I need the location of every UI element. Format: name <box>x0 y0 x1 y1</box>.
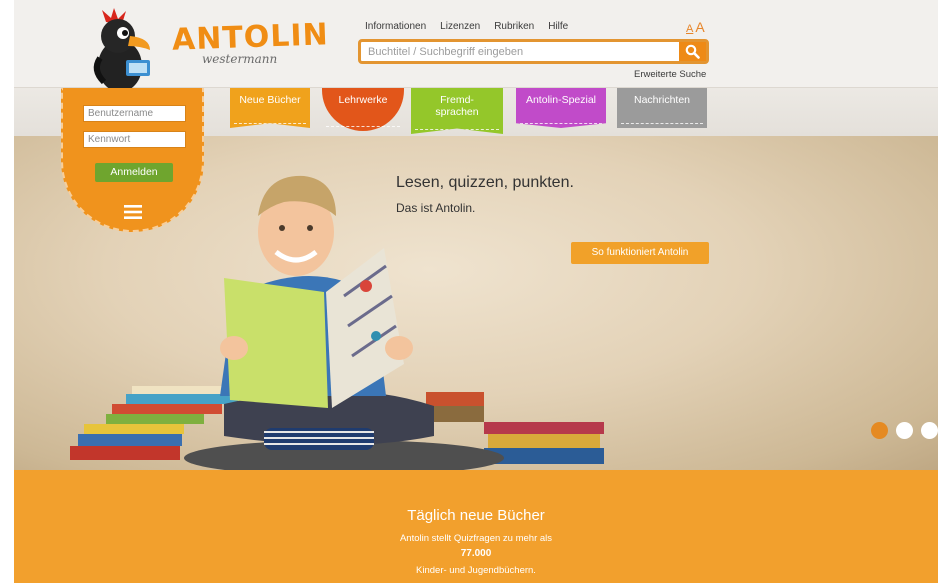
category-label: Nachrichten <box>633 94 691 106</box>
info-band: Täglich neue Bücher Antolin stellt Quizf… <box>14 470 938 583</box>
category-nachrichten[interactable]: Nachrichten <box>617 88 707 128</box>
login-button[interactable]: Anmelden <box>95 163 173 182</box>
book-count: 77.000 <box>460 548 492 559</box>
hamburger-icon[interactable] <box>124 205 142 219</box>
username-field[interactable]: Benutzername <box>83 105 186 122</box>
slide-dot-3[interactable] <box>921 422 938 439</box>
logo-subtitle: westermann <box>202 52 278 66</box>
category-label: Antolin-Spezial <box>525 94 597 106</box>
category-neue-buecher[interactable]: Neue Bücher <box>230 88 310 128</box>
advanced-search-link[interactable]: Erweiterte Suche <box>634 69 706 80</box>
stitch-divider <box>326 126 400 127</box>
search-icon <box>685 44 700 59</box>
site-header: ANTOLIN westermann Informationen Lizenze… <box>14 0 938 99</box>
nav-hilfe[interactable]: Hilfe <box>548 21 568 32</box>
search-input[interactable] <box>361 42 679 61</box>
hero-title: Lesen, quizzen, punkten. <box>396 174 574 191</box>
login-panel: Benutzername Kennwort Anmelden <box>61 88 204 232</box>
nav-lizenzen[interactable]: Lizenzen <box>440 21 480 32</box>
category-fremdsprachen[interactable]: Fremd- sprachen <box>411 88 503 134</box>
page: ANTOLIN westermann Informationen Lizenze… <box>14 0 938 583</box>
slide-dot-1[interactable] <box>871 422 888 439</box>
slide-dot-2[interactable] <box>896 422 913 439</box>
font-size-toggle: AA <box>686 19 705 35</box>
category-label: Lehrwerke <box>338 94 388 106</box>
font-size-large[interactable]: A <box>695 19 704 35</box>
info-title: Täglich neue Bücher <box>407 507 545 524</box>
category-label-line1: Fremd- <box>440 94 474 106</box>
nav-informationen[interactable]: Informationen <box>365 21 426 32</box>
category-label-line2: sprachen <box>435 106 479 118</box>
search-button[interactable] <box>679 42 706 61</box>
category-antolin-spezial[interactable]: Antolin-Spezial <box>516 88 606 128</box>
stitch-divider <box>520 123 602 124</box>
password-field[interactable]: Kennwort <box>83 131 186 148</box>
hero-subtitle: Das ist Antolin. <box>396 201 476 215</box>
nav-rubriken[interactable]: Rubriken <box>494 21 534 32</box>
how-it-works-button[interactable]: So funktioniert Antolin <box>571 242 709 264</box>
category-label: Neue Bücher <box>239 94 301 106</box>
search-bar <box>358 39 709 64</box>
info-line: Antolin stellt Quizfragen zu mehr als <box>399 533 553 544</box>
top-navigation: Informationen Lizenzen Rubriken Hilfe <box>365 21 568 32</box>
antolin-logo[interactable]: ANTOLIN westermann <box>84 8 329 100</box>
raven-mascot-icon <box>93 8 150 99</box>
info-line: Kinder- und Jugendbüchern. <box>416 565 536 576</box>
stitch-divider <box>621 123 703 124</box>
slider-dots <box>871 422 938 439</box>
font-size-small[interactable]: A <box>686 23 693 35</box>
